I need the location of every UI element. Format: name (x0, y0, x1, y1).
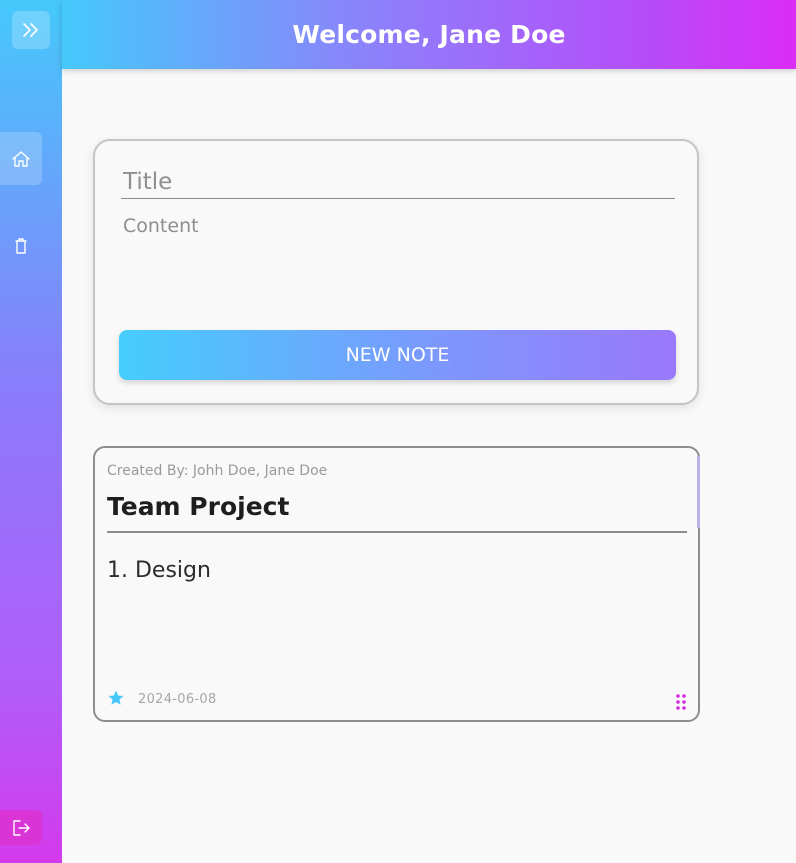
welcome-title: Welcome, Jane Doe (292, 20, 566, 49)
sidebar-item-trash[interactable] (0, 226, 42, 266)
note-date: 2024-06-08 (138, 692, 217, 707)
note-created-by: Created By: Johh Doe, Jane Doe (107, 463, 328, 479)
trash-icon (15, 238, 27, 254)
sidebar (0, 0, 62, 863)
content-input[interactable] (121, 215, 675, 315)
note-body: 1. Design (107, 558, 211, 583)
note-accent-bar (697, 456, 700, 528)
app-header: Welcome, Jane Doe (62, 0, 796, 69)
title-input[interactable] (121, 165, 675, 199)
logout-button[interactable] (0, 810, 42, 845)
drag-handle-icon[interactable] (675, 693, 687, 711)
note-composer: NEW NOTE (93, 139, 699, 405)
new-note-button[interactable]: NEW NOTE (119, 330, 676, 380)
chevrons-right-icon (23, 23, 38, 37)
expand-sidebar-button[interactable] (12, 11, 50, 49)
note-card[interactable]: Created By: Johh Doe, Jane Doe Team Proj… (93, 446, 700, 722)
star-icon[interactable] (107, 689, 125, 707)
note-title: Team Project (107, 492, 687, 533)
home-icon (12, 150, 30, 167)
logout-icon (13, 819, 30, 836)
sidebar-item-home[interactable] (0, 132, 42, 185)
